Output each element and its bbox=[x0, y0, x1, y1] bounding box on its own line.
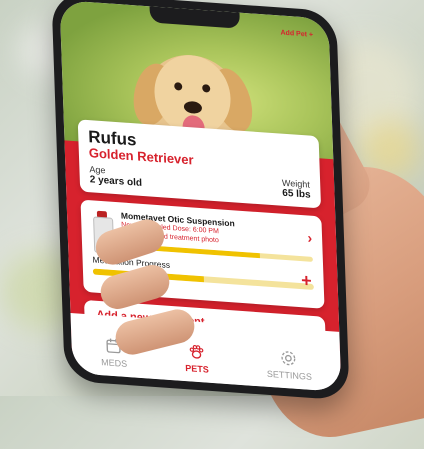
age-stat: Age 2 years old bbox=[89, 164, 142, 189]
age-value: 2 years old bbox=[90, 174, 143, 189]
nav-item-pets[interactable]: PETS bbox=[184, 342, 209, 375]
weight-stat: Weight 65 lbs bbox=[282, 178, 311, 201]
nav-label-settings: SETTINGS bbox=[267, 369, 312, 382]
phone-frame: Add Pet + Rufus Golden Retriever Age 2 y… bbox=[51, 0, 349, 401]
chevron-right-icon[interactable]: › bbox=[307, 230, 312, 246]
paw-icon bbox=[187, 342, 206, 361]
add-treatment-plus-icon[interactable]: + bbox=[301, 270, 312, 292]
nav-label-meds: MEDS bbox=[101, 357, 127, 369]
phone-screen: Add Pet + Rufus Golden Retriever Age 2 y… bbox=[60, 0, 342, 392]
nav-label-pets: PETS bbox=[185, 363, 209, 375]
gear-icon bbox=[279, 349, 298, 368]
nav-item-settings[interactable]: SETTINGS bbox=[266, 348, 312, 382]
weight-value: 65 lbs bbox=[282, 188, 311, 201]
